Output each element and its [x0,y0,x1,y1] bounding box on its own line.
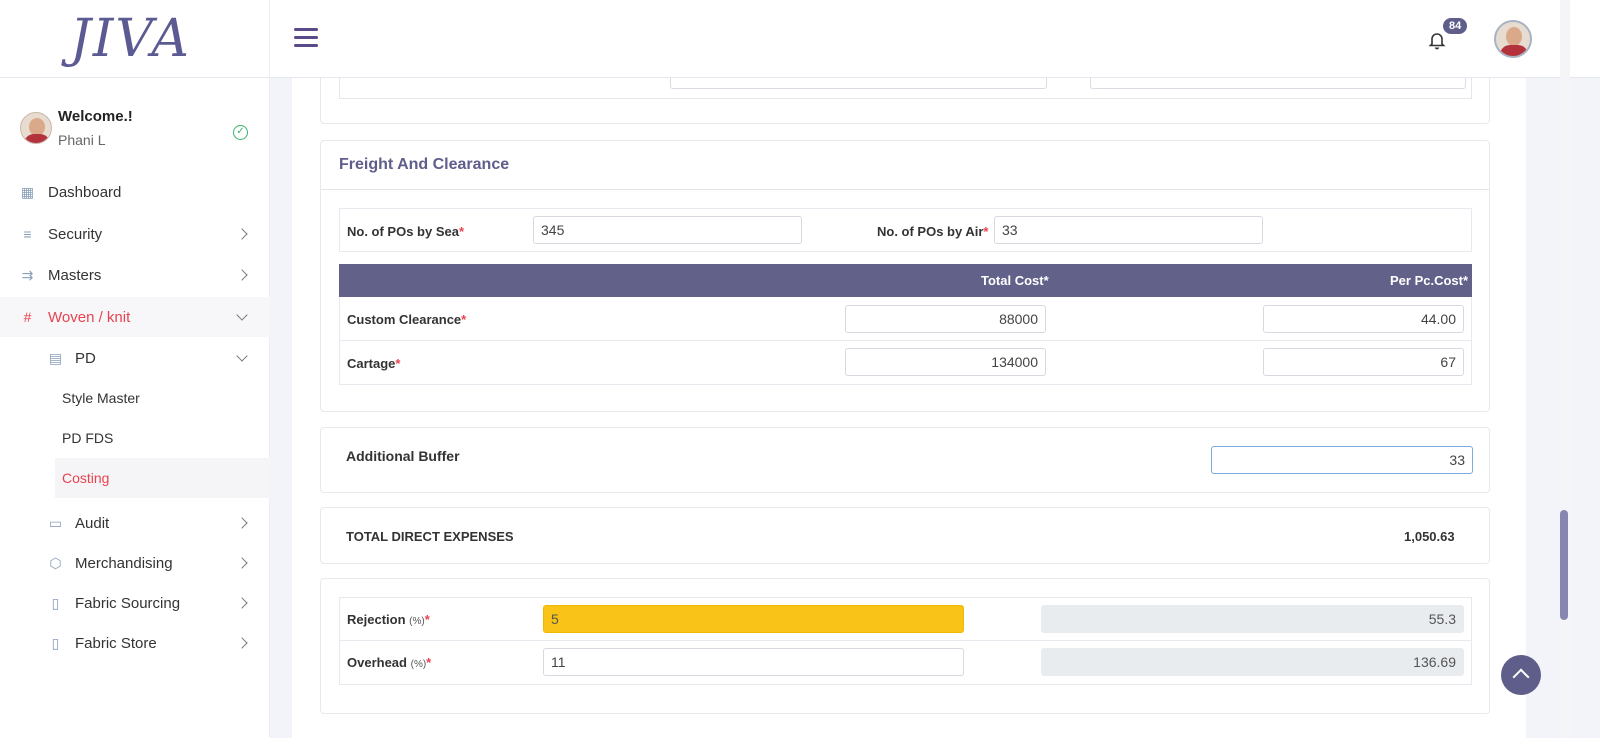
custom-clearance-label: Custom Clearance* [347,312,467,327]
cartage-total-input[interactable] [845,348,1046,376]
sidebar-item-label: Style Master [62,390,140,406]
receipt-icon: ▯ [51,634,60,651]
logo-area: JIVA [0,0,269,78]
sidebar-item-fabric-store[interactable]: ▯ Fabric Store [0,623,270,663]
card-icon: ▭ [48,514,63,531]
per-pc-cost-header: Per Pc.Cost* [1390,273,1469,288]
table-row: Custom Clearance* [339,297,1472,341]
sliders-icon: ≡ [23,225,32,242]
overhead-label: Overhead (%)* [347,655,432,670]
chevron-right-icon [236,597,248,609]
profile-avatar[interactable] [1494,20,1532,58]
hash-grid-icon: # [23,308,32,325]
sidebar-item-label: Audit [75,514,110,532]
sidebar-item-costing[interactable]: Costing [55,458,270,498]
pos-by-air-input[interactable] [994,216,1263,244]
table-row: Cartage* [339,341,1472,385]
freight-clearance-card: Freight And Clearance No. of POs by Sea*… [320,140,1490,412]
chevron-right-icon [236,228,248,240]
sidebar: JIVA Welcome.! Phani L ✓ ▦ Dashboard ≡ S… [0,0,270,738]
overhead-percent-input[interactable] [543,648,964,676]
previous-field[interactable] [670,78,1047,89]
total-direct-expenses-label: TOTAL DIRECT EXPENSES [346,529,514,544]
receipt-icon: ▯ [51,594,60,611]
online-status-icon: ✓ [233,125,248,140]
rejection-percent-input[interactable] [543,605,964,633]
sidebar-item-label: Dashboard [48,183,122,201]
cost-table-header: Total Cost* Per Pc.Cost* [339,264,1472,297]
notification-badge: 84 [1443,18,1468,34]
welcome-text: Welcome.! [58,108,133,125]
grid-icon: ▦ [20,183,35,200]
sidebar-item-woven-knit[interactable]: # Woven / knit [0,297,270,337]
cartage-per-pc-input[interactable] [1263,348,1464,376]
chevron-right-icon [236,269,248,281]
sidebar-item-label: Fabric Store [75,634,157,652]
pos-by-sea-label: No. of POs by Sea* [347,224,465,239]
chevron-right-icon [236,557,248,569]
overhead-amount-field [1041,648,1464,676]
sidebar-item-label: Fabric Sourcing [75,594,181,612]
rejection-amount-field [1041,605,1464,633]
sidebar-item-security[interactable]: ≡ Security [0,214,270,254]
menu-toggle-icon[interactable] [294,28,318,48]
chevron-right-icon [236,517,248,529]
rejection-label: Rejection (%)* [347,612,430,627]
chevron-down-icon [236,309,248,321]
page-scrollbar[interactable] [1560,0,1570,738]
total-cost-header: Total Cost* [981,273,1049,288]
sidebar-item-label: Woven / knit [48,308,131,326]
chevron-down-icon [236,350,248,362]
chevron-right-icon [236,637,248,649]
additional-buffer-input[interactable] [1211,446,1473,474]
previous-field[interactable] [1090,78,1466,89]
bell-icon[interactable] [1427,30,1447,50]
avatar [20,112,52,144]
custom-clearance-total-input[interactable] [845,305,1046,333]
user-name: Phani L [58,132,106,148]
sidebar-item-label: Merchandising [75,554,173,572]
overhead-row: Overhead (%)* [339,641,1472,685]
total-direct-expenses-value: 1,050.63 [1404,529,1455,544]
main-content: Freight And Clearance No. of POs by Sea*… [292,78,1526,738]
sidebar-item-label: PD [75,349,96,367]
sidebar-item-pd[interactable]: ▤ PD [0,338,270,378]
rejection-overhead-card: Rejection (%)* Overhead (%)* [320,578,1490,714]
sidebar-item-audit[interactable]: ▭ Audit [0,503,270,543]
additional-buffer-label: Additional Buffer [346,448,460,464]
total-direct-expenses-card: TOTAL DIRECT EXPENSES 1,050.63 [320,507,1490,564]
sidebar-item-label: Security [48,225,103,243]
sidebar-item-fabric-sourcing[interactable]: ▯ Fabric Sourcing [0,583,270,623]
additional-buffer-card: Additional Buffer [320,427,1490,493]
cartage-label: Cartage* [347,356,401,371]
user-block: Welcome.! Phani L [0,78,269,158]
table-icon: ▤ [48,349,63,366]
hexagon-icon: ⬡ [49,554,62,571]
sidebar-item-dashboard[interactable]: ▦ Dashboard [0,172,270,212]
po-count-row: No. of POs by Sea* No. of POs by Air* [339,208,1472,252]
pos-by-sea-input[interactable] [533,216,802,244]
pos-by-air-label: No. of POs by Air* [877,224,989,239]
fast-forward-icon: ⇉ [21,266,34,283]
custom-clearance-per-pc-input[interactable] [1263,305,1464,333]
section-title: Freight And Clearance [321,141,1489,190]
app-logo[interactable]: JIVA [70,9,191,69]
sidebar-item-masters[interactable]: ⇉ Masters [0,255,270,295]
top-bar: 84 [270,0,1600,78]
sidebar-item-merchandising[interactable]: ⬡ Merchandising [0,543,270,583]
sidebar-item-label: Masters [48,266,102,284]
previous-section-card [320,78,1490,124]
sidebar-item-pd-fds[interactable]: PD FDS [0,418,270,458]
sidebar-item-label: PD FDS [62,430,114,446]
scroll-to-top-button[interactable] [1501,655,1541,695]
sidebar-item-label: Costing [62,470,110,486]
scrollbar-thumb[interactable] [1560,510,1568,620]
rejection-row: Rejection (%)* [339,597,1472,641]
sidebar-item-style-master[interactable]: Style Master [0,378,270,418]
